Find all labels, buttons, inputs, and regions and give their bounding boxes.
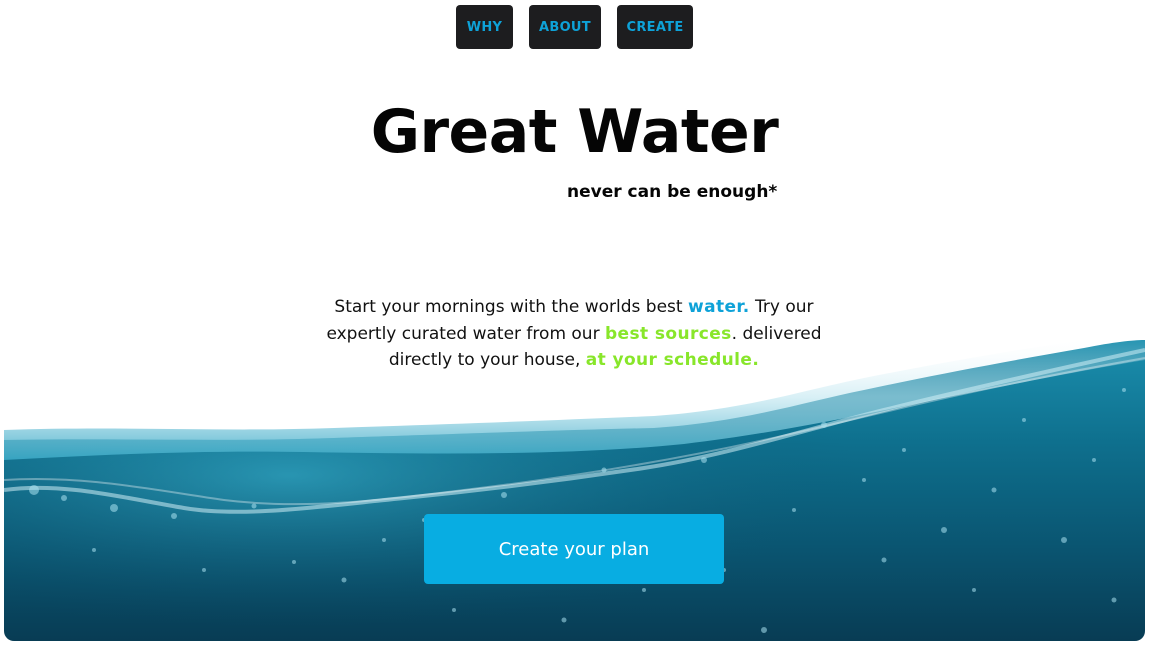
nav-why-button[interactable]: WHY [456,5,513,49]
create-plan-button[interactable]: Create your plan [424,514,724,584]
landing-page: WHY ABOUT CREATE Great Water never can b… [0,0,1149,647]
highlight-schedule: at your schedule. [585,350,760,370]
nav-about-button[interactable]: ABOUT [529,5,601,49]
top-nav: WHY ABOUT CREATE [0,5,1149,49]
nav-create-button[interactable]: CREATE [617,5,693,49]
description-text-1: Start your mornings with the worlds best [334,297,688,317]
highlight-best-sources: best sources [604,323,732,344]
water-hero-image [4,330,1145,641]
page-title: Great Water [370,97,779,167]
highlight-water: water. [687,297,750,317]
page-subtitle: never can be enough* [567,182,778,202]
hero-description: Start your mornings with the worlds best… [324,294,824,374]
